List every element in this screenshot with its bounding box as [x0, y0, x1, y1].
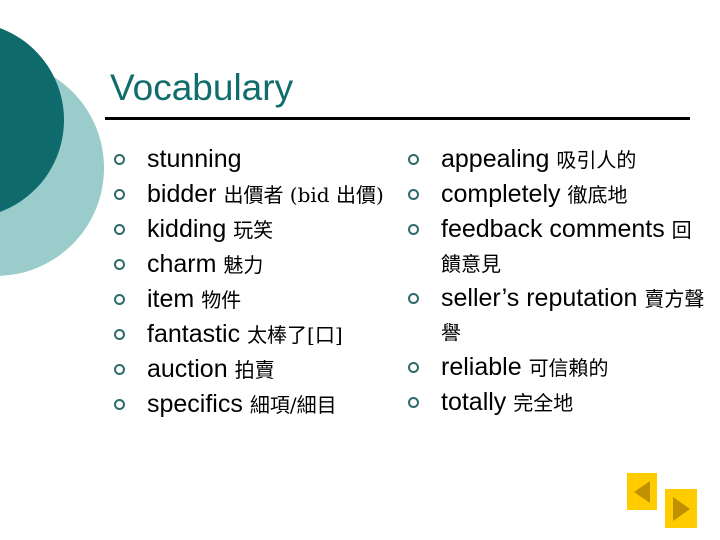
list-item: stunning [112, 143, 402, 177]
bullet-circle-icon [408, 293, 419, 304]
vocab-gloss: 細項/細目 [249, 393, 337, 417]
vocab-gloss: 完全地 [513, 391, 574, 415]
next-slide-button[interactable] [665, 489, 697, 528]
vocab-gloss: 太棒了[口] [247, 323, 343, 347]
bullet-circle-icon [408, 189, 419, 200]
bullet-circle-icon [408, 154, 419, 165]
page-title: Vocabulary [110, 67, 294, 108]
previous-slide-button[interactable] [627, 473, 657, 510]
vocab-gloss: 吸引人的 [556, 148, 637, 172]
vocab-term: auction [147, 355, 228, 383]
vocab-gloss: 拍賣 [234, 358, 275, 382]
bullet-circle-icon [114, 329, 125, 340]
vocabulary-column-right: appealing 吸引人的 completely 徹底地 feedback c… [406, 143, 706, 421]
vocab-gloss: 可信賴的 [528, 356, 609, 380]
list-item: item 物件 [112, 283, 402, 317]
bullet-circle-icon [114, 294, 125, 305]
vocab-term: specifics [147, 390, 243, 418]
slide-canvas: Vocabulary stunning bidder 出價者 (bid 出價) … [0, 0, 720, 540]
list-item: kidding 玩笑 [112, 213, 402, 247]
vocab-gloss: 出價者 (bid 出價) [223, 183, 384, 207]
bullet-circle-icon [114, 399, 125, 410]
vocab-term: totally [441, 388, 507, 416]
vocab-term: stunning [147, 145, 242, 173]
vocab-term: completely [441, 180, 561, 208]
decorative-circle-light [0, 60, 104, 276]
bullet-circle-icon [114, 364, 125, 375]
bullet-circle-icon [114, 259, 125, 270]
triangle-right-icon [673, 496, 690, 521]
vocab-term: appealing [441, 145, 550, 173]
bullet-circle-icon [408, 224, 419, 235]
bullet-circle-icon [114, 224, 125, 235]
list-item: feedback comments 回饋意見 [406, 213, 706, 281]
bullet-circle-icon [114, 154, 125, 165]
vocab-term: item [147, 285, 195, 313]
triangle-left-icon [634, 480, 650, 503]
list-item: seller’s reputation 賣方聲譽 [406, 282, 706, 350]
vocab-term: fantastic [147, 320, 241, 348]
list-item: completely 徹底地 [406, 178, 706, 212]
list-item: auction 拍賣 [112, 353, 402, 387]
vocab-gloss: 徹底地 [567, 183, 628, 207]
vocab-term: seller’s reputation [441, 284, 638, 312]
bullet-circle-icon [114, 189, 125, 200]
vocab-gloss: 玩笑 [233, 218, 274, 242]
vocab-term: bidder [147, 180, 217, 208]
bullet-circle-icon [408, 362, 419, 373]
list-item: reliable 可信賴的 [406, 351, 706, 385]
vocab-term: reliable [441, 353, 522, 381]
vocab-term: charm [147, 250, 217, 278]
list-item: bidder 出價者 (bid 出價) [112, 178, 402, 212]
bullet-circle-icon [408, 397, 419, 408]
vocabulary-column-left: stunning bidder 出價者 (bid 出價) kidding 玩笑 … [112, 143, 402, 423]
vocab-term: kidding [147, 215, 227, 243]
title-divider [105, 117, 690, 120]
vocab-gloss: 物件 [201, 288, 242, 312]
list-item: specifics 細項/細目 [112, 388, 402, 422]
vocab-gloss: 魅力 [223, 253, 264, 277]
decorative-circle-dark [0, 22, 64, 218]
list-item: charm 魅力 [112, 248, 402, 282]
list-item: totally 完全地 [406, 386, 706, 420]
list-item: appealing 吸引人的 [406, 143, 706, 177]
list-item: fantastic 太棒了[口] [112, 318, 402, 352]
vocab-term: feedback comments [441, 215, 665, 243]
